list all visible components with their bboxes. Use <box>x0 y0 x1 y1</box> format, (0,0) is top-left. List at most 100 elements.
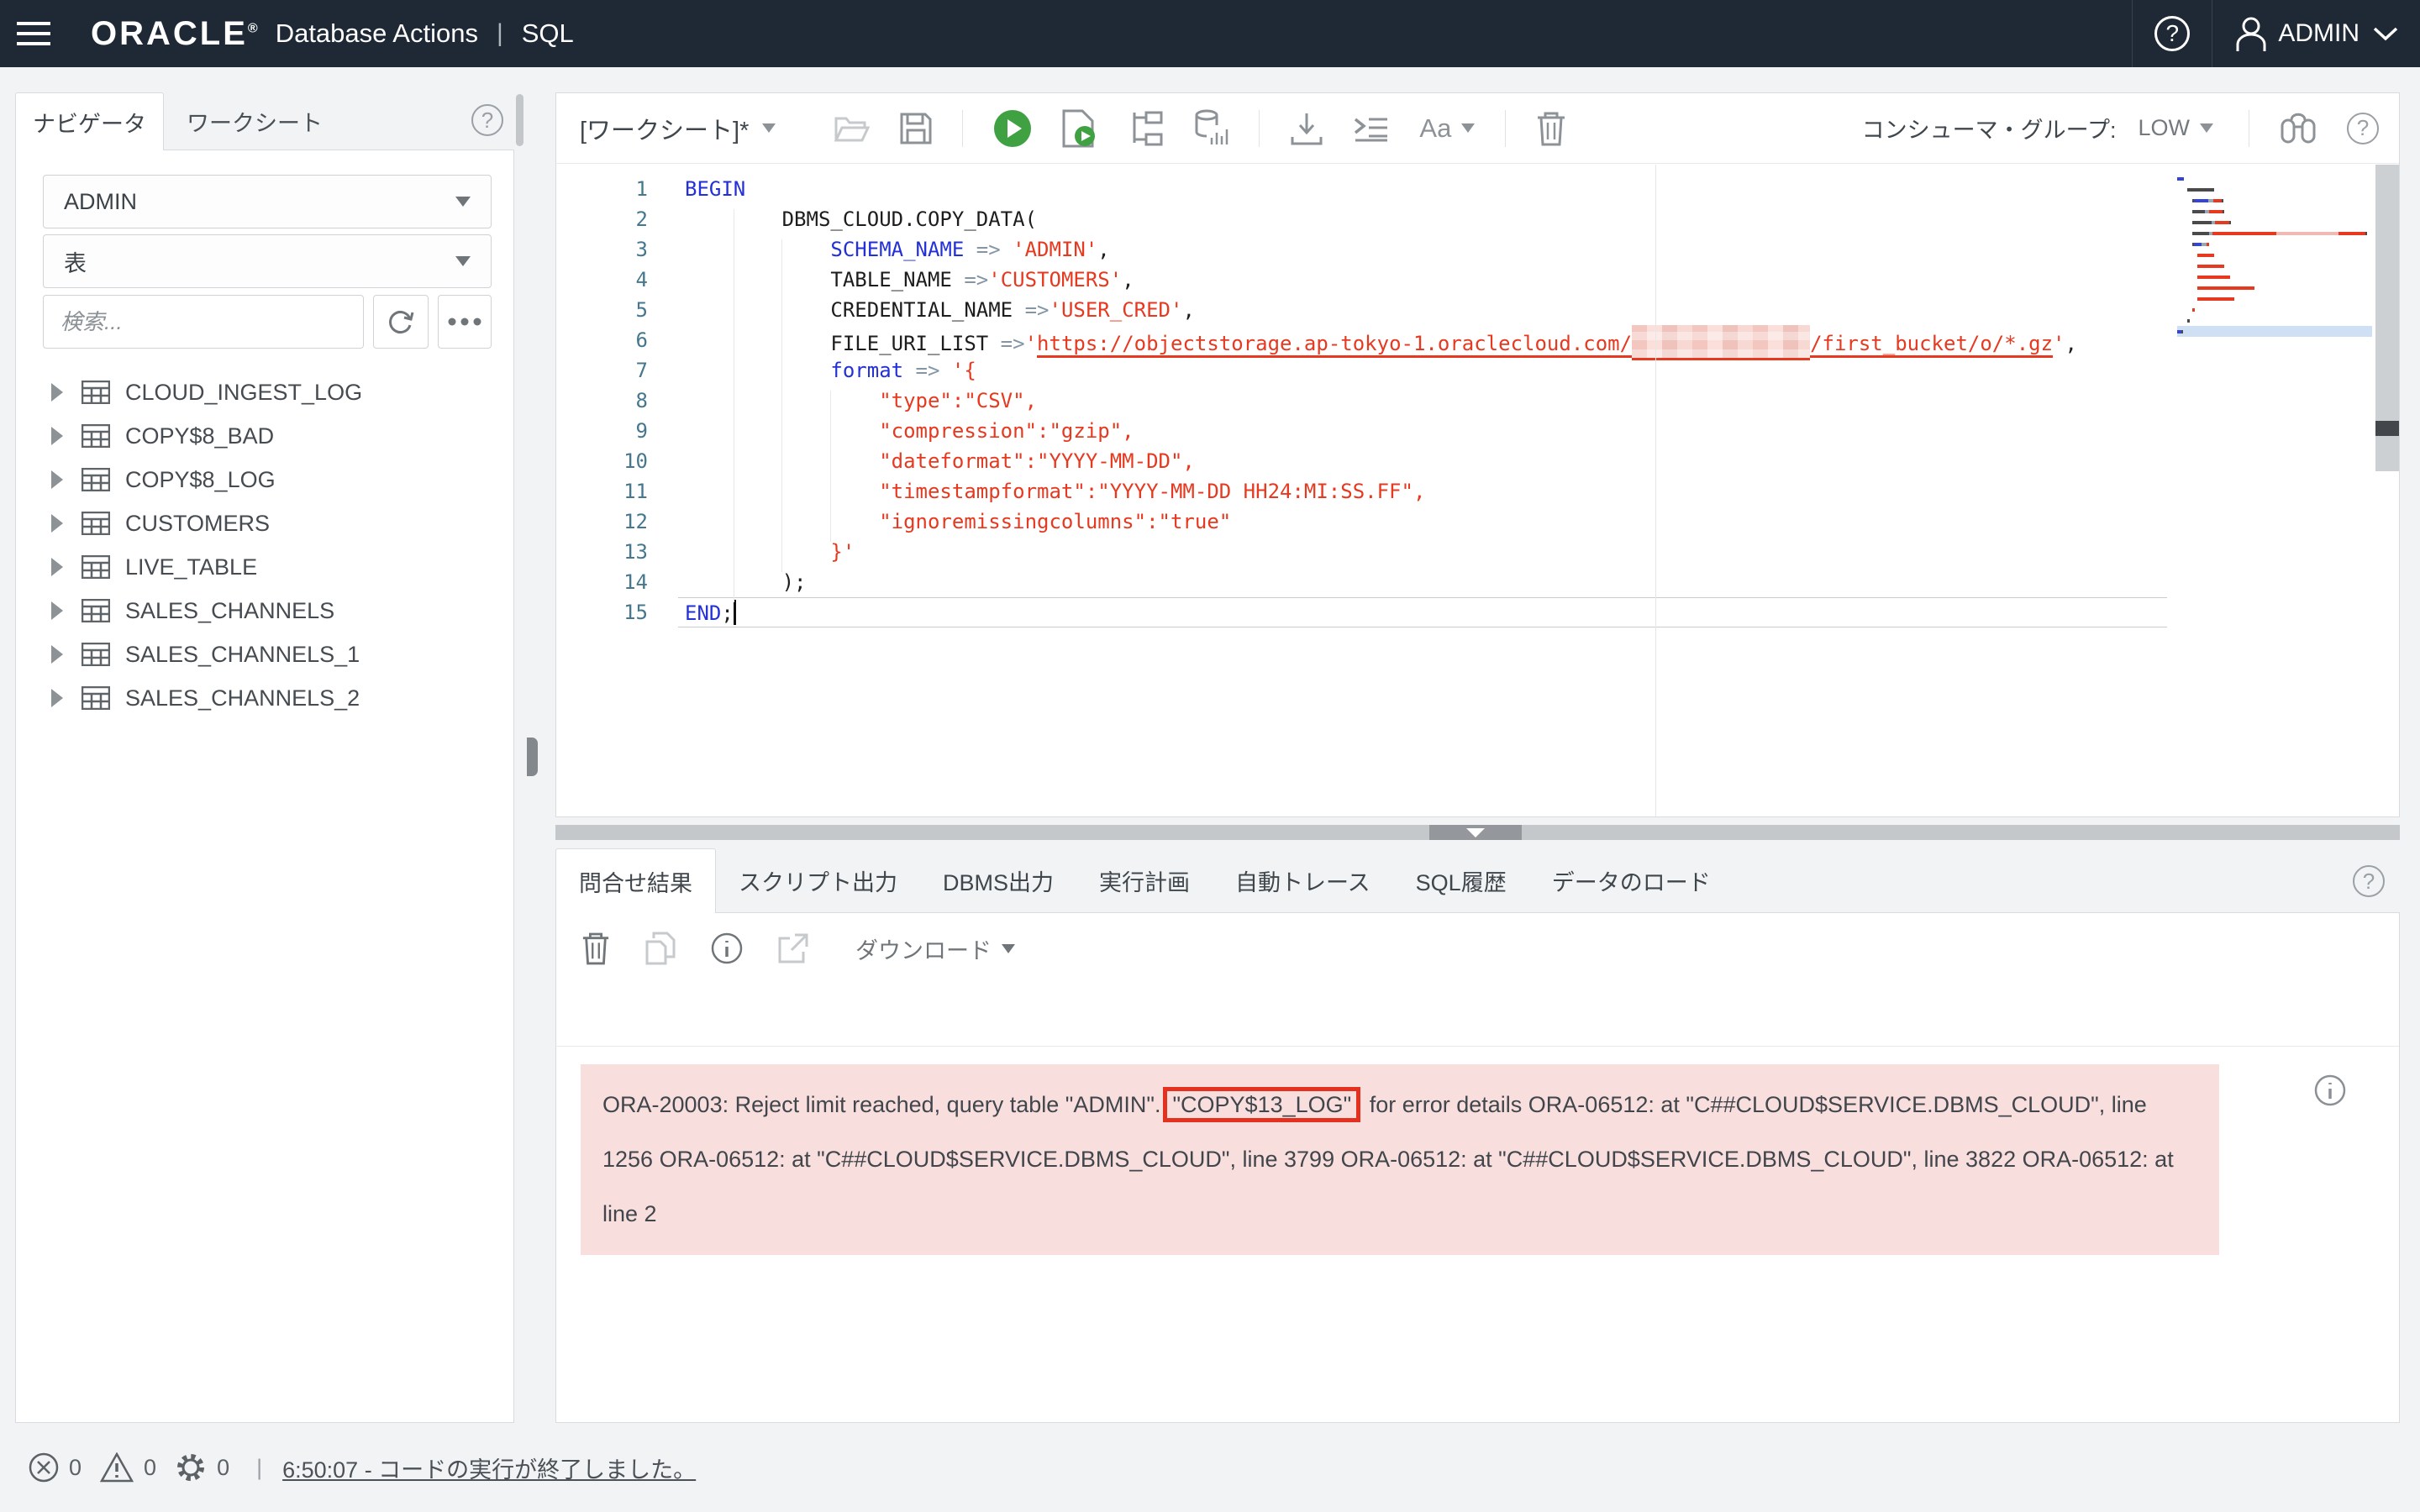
code-line[interactable]: }' <box>678 537 2167 567</box>
refresh-button[interactable] <box>373 295 429 349</box>
table-tree-item[interactable]: COPY$8_BAD <box>16 414 513 458</box>
code-line[interactable]: "compression":"gzip", <box>678 416 2167 446</box>
run-script-button[interactable] <box>1062 109 1096 148</box>
code-line[interactable]: "ignoremissingcolumns":"true" <box>678 507 2167 537</box>
tab-navigator[interactable]: ナビゲータ <box>15 92 164 150</box>
right-margin-guide <box>1655 165 1656 816</box>
expand-caret-icon[interactable] <box>51 601 63 620</box>
save-button[interactable] <box>900 113 932 144</box>
consumer-group-control: コンシューマ・グループ: LOW ? <box>1862 110 2399 147</box>
text-cursor <box>734 600 736 625</box>
table-icon <box>82 599 110 622</box>
code-area[interactable]: BEGIN DBMS_CLOUD.COPY_DATA( SCHEMA_NAME … <box>678 164 2167 816</box>
user-menu-button[interactable]: ADMIN <box>2212 0 2420 67</box>
table-tree-item[interactable]: SALES_CHANNELS_1 <box>16 633 513 676</box>
warnings-status[interactable]: 0 <box>100 1452 156 1483</box>
sidebar-scrollbar-thumb[interactable] <box>516 94 523 146</box>
consumer-group-select[interactable]: LOW <box>2138 115 2213 141</box>
code-line[interactable]: format => '{ <box>678 355 2167 386</box>
results-help-button[interactable]: ? <box>2353 865 2385 897</box>
run-statement-button[interactable] <box>993 109 1032 148</box>
schema-select-value: ADMIN <box>64 189 137 215</box>
results-tab[interactable]: DBMS出力 <box>920 848 1076 913</box>
table-name: LIVE_TABLE <box>125 554 257 580</box>
table-tree-item[interactable]: COPY$8_LOG <box>16 458 513 501</box>
tasks-status[interactable]: 0 <box>175 1452 229 1483</box>
result-info-button[interactable] <box>711 932 743 964</box>
expand-caret-icon[interactable] <box>51 689 63 707</box>
table-tree-item[interactable]: CUSTOMERS <box>16 501 513 545</box>
panel-splitter[interactable] <box>555 825 2400 840</box>
error-info-button[interactable] <box>2314 1074 2346 1106</box>
nav-right-group: ? ADMIN <box>2132 0 2420 67</box>
font-size-button[interactable]: Aa <box>1419 113 1475 144</box>
results-tab[interactable]: SQL履歴 <box>1393 848 1529 913</box>
help-icon: ? <box>471 104 503 136</box>
table-tree-item[interactable]: CLOUD_INGEST_LOG <box>16 370 513 414</box>
schema-select[interactable]: ADMIN <box>43 175 492 228</box>
autotrace-button[interactable] <box>1193 109 1228 148</box>
expand-caret-icon[interactable] <box>51 470 63 489</box>
warning-triangle-icon <box>100 1452 134 1483</box>
editor-help-button[interactable]: ? <box>2347 113 2379 144</box>
download-results-button[interactable]: ダウンロード <box>855 932 1015 965</box>
line-number: 7 <box>556 355 678 386</box>
table-tree-item[interactable]: SALES_CHANNELS_2 <box>16 676 513 720</box>
explain-plan-button[interactable] <box>1126 111 1163 146</box>
clear-results-button[interactable] <box>581 932 610 965</box>
line-number: 3 <box>556 234 678 265</box>
open-in-new-button[interactable] <box>778 933 808 963</box>
expand-caret-icon[interactable] <box>51 514 63 533</box>
tab-worksheet-label: ワークシート <box>187 105 323 138</box>
errors-status[interactable]: 0 <box>29 1452 82 1483</box>
results-tab[interactable]: 問合せ結果 <box>555 848 716 913</box>
expand-caret-icon[interactable] <box>51 427 63 445</box>
format-code-button[interactable] <box>1354 114 1389 143</box>
code-line[interactable]: DBMS_CLOUD.COPY_DATA( <box>678 204 2167 234</box>
table-name: CLOUD_INGEST_LOG <box>125 380 362 406</box>
code-line[interactable]: END; <box>678 597 2167 627</box>
sidebar-help-button[interactable]: ? <box>471 104 503 136</box>
search-input[interactable] <box>43 295 364 349</box>
tab-worksheet[interactable]: ワークシート <box>187 92 323 150</box>
more-actions-button[interactable] <box>438 295 492 349</box>
expand-caret-icon[interactable] <box>51 645 63 664</box>
code-line[interactable]: BEGIN <box>678 174 2167 204</box>
expand-caret-icon[interactable] <box>51 558 63 576</box>
download-worksheet-button[interactable] <box>1290 112 1323 145</box>
results-tab[interactable]: データのロード <box>1529 848 1733 913</box>
execution-status-link[interactable]: 6:50:07 - コードの実行が終了しました。 <box>282 1452 696 1484</box>
code-line[interactable]: SCHEMA_NAME => 'ADMIN', <box>678 234 2167 265</box>
worksheet-menu-caret-icon[interactable] <box>762 123 776 133</box>
copy-results-button[interactable] <box>645 932 676 965</box>
object-type-value: 表 <box>64 245 87 278</box>
hamburger-menu-icon[interactable] <box>0 21 67 46</box>
code-line[interactable]: ); <box>678 567 2167 597</box>
editor-scrollbar-thumb[interactable] <box>2375 421 2399 436</box>
code-line[interactable]: "type":"CSV", <box>678 386 2167 416</box>
status-bar: 0 0 0 | 6:50:07 - コードの実行が終了しました。 <box>0 1423 2420 1512</box>
code-line[interactable]: "dateformat":"YYYY-MM-DD", <box>678 446 2167 476</box>
code-line[interactable]: "timestampformat":"YYYY-MM-DD HH24:MI:SS… <box>678 476 2167 507</box>
object-type-select[interactable]: 表 <box>43 234 492 288</box>
splitter-handle[interactable] <box>1429 825 1522 840</box>
table-tree-item[interactable]: LIVE_TABLE <box>16 545 513 589</box>
results-tab[interactable]: 自動トレース <box>1213 848 1393 913</box>
table-tree-item[interactable]: SALES_CHANNELS <box>16 589 513 633</box>
help-button[interactable]: ? <box>2133 0 2212 67</box>
code-minimap[interactable] <box>2177 173 2372 337</box>
top-nav: ORACLE® Database Actions | SQL ? ADMIN <box>0 0 2420 67</box>
help-icon: ? <box>2353 865 2385 897</box>
find-replace-button[interactable] <box>2280 112 2317 145</box>
code-line[interactable]: FILE_URI_LIST =>'https://objectstorage.a… <box>678 325 2167 355</box>
results-tab[interactable]: 実行計画 <box>1076 848 1213 913</box>
clear-worksheet-button[interactable] <box>1536 111 1566 146</box>
title-divider: | <box>497 19 503 48</box>
caret-down-icon <box>1002 944 1015 953</box>
results-tab[interactable]: スクリプト出力 <box>716 848 920 913</box>
code-line[interactable]: TABLE_NAME =>'CUSTOMERS', <box>678 265 2167 295</box>
code-line[interactable]: CREDENTIAL_NAME =>'USER_CRED', <box>678 295 2167 325</box>
expand-caret-icon[interactable] <box>51 383 63 402</box>
open-file-button[interactable] <box>834 113 870 144</box>
sidebar-collapse-handle[interactable] <box>527 738 538 776</box>
